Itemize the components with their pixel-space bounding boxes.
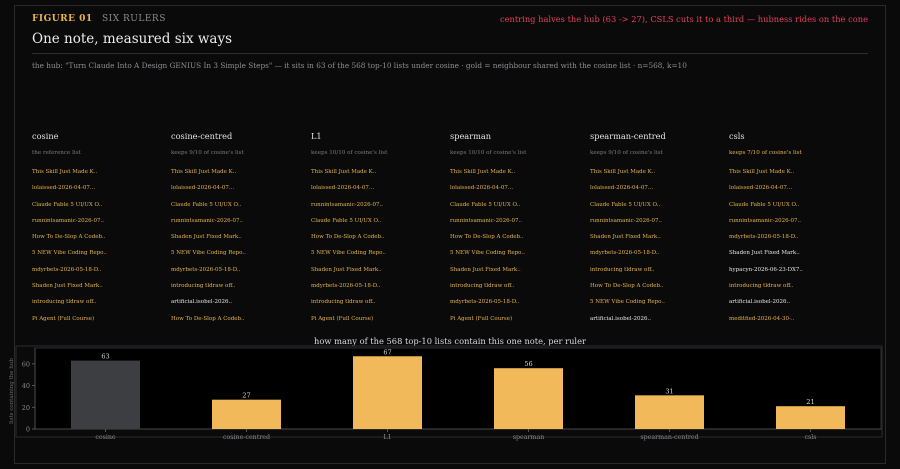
bar-cosine-centred: [212, 399, 281, 429]
bar-spearman-centred: [635, 395, 704, 429]
bar-spearman: [494, 368, 563, 429]
x-tick-label: spearman-centred: [640, 434, 698, 441]
data-label: 21: [806, 398, 814, 406]
data-label: 63: [101, 353, 109, 361]
x-tick-label: spearman: [513, 434, 545, 441]
y-tick-label: 0: [26, 426, 30, 434]
x-tick-label: csls: [804, 434, 816, 441]
bar-chart: 0 20 40 60 lists containing the hub 63 cosine 2…: [9, 345, 883, 441]
x-tick-label: cosine-centred: [223, 434, 270, 441]
plot-area: [34, 347, 882, 430]
bar-csls: [776, 406, 845, 429]
bar-l1: [353, 356, 422, 429]
y-axis-label: lists containing the hub: [9, 358, 15, 424]
data-label: 67: [383, 348, 391, 356]
y-tick-label: 40: [22, 382, 30, 390]
y-tick-label: 20: [22, 404, 30, 412]
bar-cosine: [71, 360, 140, 429]
x-tick-label: cosine: [95, 434, 116, 441]
data-label: 27: [242, 392, 250, 400]
y-tick-label: 60: [22, 360, 30, 368]
data-label: 31: [665, 387, 673, 395]
data-label: 56: [524, 360, 532, 368]
x-tick-label: L1: [383, 434, 391, 441]
